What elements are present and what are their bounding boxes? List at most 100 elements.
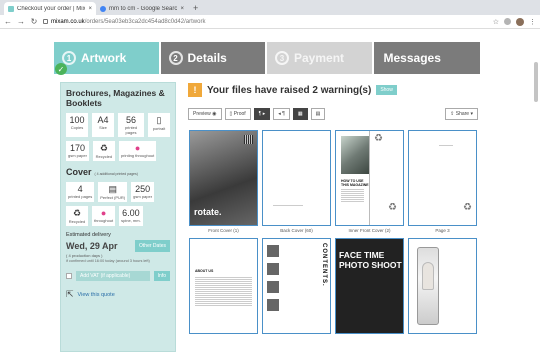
spec-label: printed pages — [124, 125, 138, 135]
contents-title: CONTENTS. — [321, 243, 327, 287]
thumbnail-spread-face[interactable]: FACE TIME PHOTO SHOOT — [335, 238, 404, 334]
ltr-button[interactable]: ¶ ▸ — [253, 108, 271, 120]
warning-text: Your files have raised 2 warning(s) — [207, 84, 372, 96]
thumbnail-front-cover[interactable]: rotate. — [189, 130, 258, 226]
view-quote-link[interactable]: View this quote — [78, 292, 115, 298]
caption-inner-front: Inner Front Cover (2) — [348, 228, 391, 233]
thumbnail-back-cover[interactable] — [262, 130, 331, 226]
qr-code — [244, 135, 253, 144]
spec-colour: ● printing throughout — [118, 141, 157, 161]
photo — [267, 281, 279, 293]
spec-label: printed pages — [68, 194, 93, 199]
page-thumb: rotate. — [190, 131, 257, 225]
text-lines — [439, 145, 453, 147]
tab-title: Checkout your order | Mixam | — [17, 5, 86, 12]
url-path: /orders/5ea03eb3ca2dc454ad8c0d42/artwork — [84, 18, 206, 25]
tab-title: mm to cm - Google Search — [109, 5, 178, 12]
thumbnail-spread-phone[interactable] — [408, 238, 477, 334]
thumbnail-spread-4-5[interactable]: ABOUT US — [189, 238, 258, 334]
thumbnail-spread-contents[interactable]: CONTENTS. — [262, 238, 331, 334]
browser-tab-checkout[interactable]: Checkout your order | Mixam | × — [4, 2, 96, 15]
grid-view-button[interactable]: ▦ — [292, 108, 308, 120]
lock-icon — [43, 19, 48, 24]
text-lines — [195, 277, 252, 307]
other-dates-button[interactable]: Other Dates — [135, 240, 170, 252]
warning-banner: ! Your files have raised 2 warning(s) Sh… — [188, 82, 478, 98]
cover-subtitle: ( 4 additional printed pages) — [94, 172, 138, 176]
close-tab-icon[interactable]: × — [180, 6, 184, 12]
how-to-use-title: HOW TO USE THIS MAGAZINE — [341, 179, 369, 187]
spec-value: 4 — [77, 184, 83, 194]
single-view-button[interactable]: ▤ — [310, 108, 326, 120]
spec-cover-pages: 4 printed pages — [66, 182, 95, 202]
share-button[interactable]: ⇪ Share ▾ — [445, 108, 478, 120]
new-tab-button[interactable]: + — [188, 2, 203, 15]
spec-value: A4 — [97, 115, 109, 125]
browser-tab-google[interactable]: mm to cm - Google Search × — [96, 2, 188, 15]
step-messages[interactable]: Messages — [373, 42, 480, 74]
thumbnail-inner-front[interactable]: HOW TO USE THIS MAGAZINE ♻ ♻ — [335, 130, 404, 226]
photo — [267, 299, 279, 311]
page-scrollbar[interactable] — [534, 62, 538, 102]
forward-arrow-icon[interactable]: → — [17, 17, 25, 26]
address-bar[interactable]: mixam.co.uk/orders/5ea03eb3ca2dc454ad8c0… — [43, 19, 488, 25]
reload-icon[interactable]: ↻ — [30, 17, 38, 26]
photo — [267, 263, 279, 275]
browser-toolbar: ← → ↻ mixam.co.uk/orders/5ea03eb3ca2dc45… — [0, 15, 540, 29]
spec-label: printing throughout — [120, 153, 155, 158]
preview-toolbar: Preview ◉ ▯ Proof ¶ ▸ ◂ ¶ ▦ ▤ ⇪ Share ▾ — [188, 108, 478, 120]
profile-avatar[interactable] — [516, 17, 524, 26]
spec-label: gsm paper — [68, 153, 87, 158]
caption-front-cover: Front Cover (1) — [208, 228, 239, 233]
page-thumb: ABOUT US — [190, 239, 257, 333]
vat-info-button[interactable]: Info — [153, 271, 170, 281]
spec-value: 170 — [69, 143, 85, 153]
close-tab-icon[interactable]: × — [88, 6, 92, 12]
back-arrow-icon[interactable]: ← — [4, 17, 12, 26]
extension-icon[interactable] — [504, 18, 511, 25]
rtl-button[interactable]: ◂ ¶ — [273, 108, 290, 120]
page-thumb: ♻ — [409, 131, 476, 225]
production-days: ( 4 production days ) — [66, 253, 103, 258]
cmyk-icon: ● — [100, 208, 107, 218]
spec-recycled: ♻ Recycled — [92, 141, 115, 161]
vat-label[interactable]: Add VAT (if applicable) — [76, 271, 150, 281]
caption-page-3: Page 3 — [435, 228, 450, 233]
thumbnail-page-3[interactable]: ♻ — [408, 130, 477, 226]
cover-title: Cover — [66, 167, 92, 177]
vat-checkbox[interactable] — [66, 273, 72, 279]
spec-label: gsm paper — [133, 194, 153, 199]
spec-label: Size — [99, 125, 107, 130]
bookmark-star-icon[interactable]: ☆ — [493, 18, 499, 26]
product-title: Brochures, Magazines & Booklets — [66, 88, 165, 108]
spec-cover-colour: ● throughout — [92, 206, 116, 226]
spec-copies: 100 Copies — [66, 113, 88, 137]
caption-back-cover: Back Cover (60) — [280, 228, 313, 233]
step-label: Details — [187, 51, 227, 65]
mixam-favicon-icon — [8, 5, 14, 12]
cover-heading: Cover ( 4 additional printed pages) — [66, 167, 170, 177]
show-warnings-button[interactable]: Show — [376, 85, 397, 95]
spec-orientation: ▯ portrait — [148, 113, 170, 137]
page-thumb — [263, 131, 330, 225]
page-thumb: CONTENTS. — [263, 239, 330, 333]
face-time-title: FACE TIME PHOTO SHOOT — [339, 250, 402, 270]
cover-title-text: rotate. — [194, 207, 222, 217]
quote-row[interactable]: ⇱ View this quote — [66, 289, 170, 300]
browser-tab-strip: Checkout your order | Mixam | × mm to cm… — [0, 0, 540, 15]
spec-cover-gsm: 250 gsm paper — [131, 182, 155, 202]
magazine-photo — [341, 136, 369, 174]
page-thumb: ♻ ♻ — [369, 131, 403, 225]
browser-menu-icon[interactable]: ⋮ — [529, 18, 536, 26]
step-details[interactable]: 2 Details — [160, 42, 265, 74]
step-artwork[interactable]: 1 Artwork — [54, 42, 159, 74]
delivery-row: Wed, 29 Apr Other Dates — [66, 240, 170, 252]
preview-button[interactable]: Preview ◉ — [188, 108, 222, 120]
step-payment[interactable]: 3 Payment — [267, 42, 372, 74]
checkout-steps: 1 Artwork 2 Details 3 Payment Messages — [54, 42, 480, 74]
page-thumb: FACE TIME PHOTO SHOOT — [336, 239, 403, 333]
proof-button[interactable]: ▯ Proof — [224, 108, 251, 120]
page-thumbnails-row-2: ABOUT US CONTENTS. FACE TIME PHOTO SHOOT — [188, 238, 478, 334]
spec-label: portrait — [152, 126, 166, 131]
phone-photo — [417, 247, 439, 325]
